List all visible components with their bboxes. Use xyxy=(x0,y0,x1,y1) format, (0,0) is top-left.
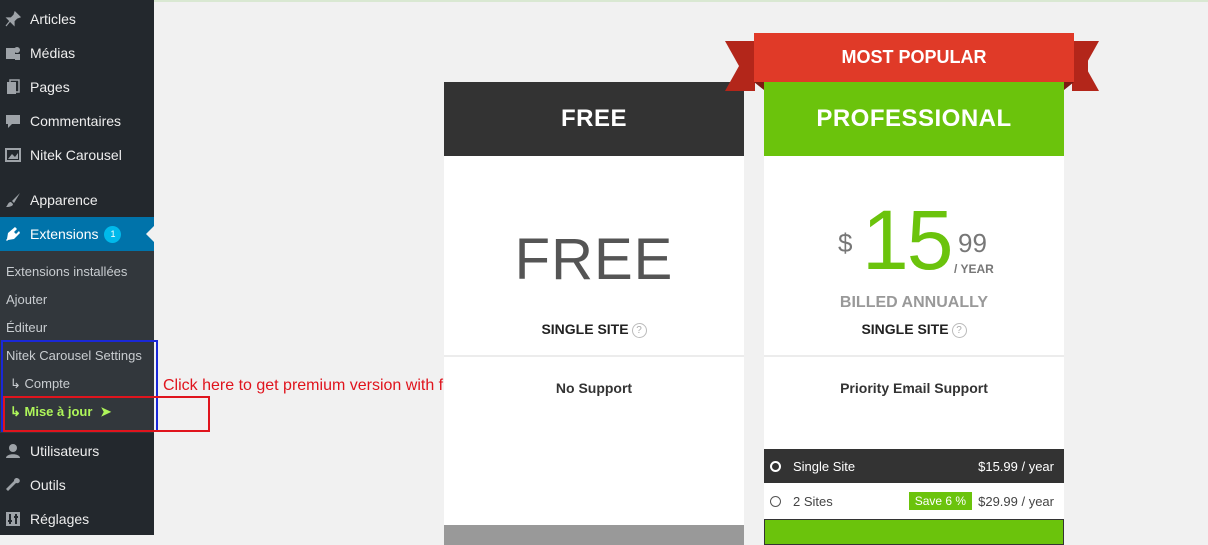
wrench-icon xyxy=(4,476,22,494)
pricing-card-free: FREE FREE SINGLE SITE? No Support xyxy=(444,82,744,545)
plugin-icon xyxy=(4,225,22,243)
menu-item-pages[interactable]: Pages xyxy=(0,70,154,104)
highlight-box-red xyxy=(3,396,210,432)
menu-item-nitek-carousel[interactable]: Nitek Carousel xyxy=(0,138,154,172)
menu-item-utilisateurs[interactable]: Utilisateurs xyxy=(0,434,154,468)
menu-item-extensions[interactable]: Extensions 1 xyxy=(0,217,154,251)
license-option-single-site[interactable]: Single Site $15.99 / year xyxy=(764,449,1064,483)
submenu-item-installed[interactable]: Extensions installées xyxy=(6,264,127,279)
menu-item-medias[interactable]: Médias xyxy=(0,36,154,70)
radio-button-selected[interactable] xyxy=(770,460,781,472)
divider xyxy=(444,355,744,357)
menu-item-articles[interactable]: Articles xyxy=(0,2,154,36)
active-indicator-arrow xyxy=(146,226,154,242)
ribbon-tail-left xyxy=(725,41,739,91)
settings-icon xyxy=(4,510,22,528)
submenu-item-add[interactable]: Ajouter xyxy=(6,292,47,307)
menu-label: Médias xyxy=(30,45,76,61)
save-badge: Save 6 % xyxy=(908,492,973,510)
menu-item-apparence[interactable]: Apparence xyxy=(0,183,154,217)
comment-icon xyxy=(4,112,22,130)
ribbon-tail-right xyxy=(1085,41,1099,91)
sites-label: SINGLE SITE xyxy=(861,321,949,337)
plan-price: FREE xyxy=(514,227,674,292)
menu-item-outils[interactable]: Outils xyxy=(0,468,154,502)
ribbon-fold-left xyxy=(754,82,764,90)
help-icon[interactable]: ? xyxy=(631,322,647,338)
admin-sidebar: Articles Médias Pages Commentaires Nitek… xyxy=(0,0,154,535)
media-icon xyxy=(4,44,22,62)
price-currency: $ xyxy=(838,228,853,258)
option-price: $15.99 / year xyxy=(978,458,1054,474)
menu-label: Commentaires xyxy=(30,113,122,129)
menu-label: Outils xyxy=(30,477,66,493)
price-integer: 15 xyxy=(862,193,953,287)
ribbon-tail-left-body xyxy=(739,41,755,91)
sites-label: SINGLE SITE xyxy=(541,321,629,337)
menu-label: Utilisateurs xyxy=(30,443,100,459)
menu-label: Extensions xyxy=(30,226,99,242)
option-name: 2 Sites xyxy=(793,493,833,509)
plan-sites: SINGLE SITE? xyxy=(764,321,1064,338)
menu-item-commentaires[interactable]: Commentaires xyxy=(0,104,154,138)
radio-button[interactable] xyxy=(770,495,781,507)
user-icon xyxy=(4,442,22,460)
option-name: Single Site xyxy=(793,458,856,474)
carousel-icon xyxy=(4,146,22,164)
plan-support: No Support xyxy=(555,380,633,396)
menu-label: Articles xyxy=(30,11,76,27)
ribbon-fold-right xyxy=(1064,82,1074,90)
most-popular-ribbon: MOST POPULAR xyxy=(754,33,1074,82)
pin-icon xyxy=(4,10,22,28)
update-count-badge: 1 xyxy=(104,225,122,243)
divider xyxy=(764,355,1064,357)
price-cents: 99 xyxy=(958,228,987,258)
buy-now-button[interactable] xyxy=(764,519,1064,545)
plan-title: FREE xyxy=(444,82,744,156)
plan-support: Priority Email Support xyxy=(840,380,988,396)
help-icon[interactable]: ? xyxy=(951,322,967,338)
price-period: / YEAR xyxy=(954,262,994,276)
license-option-2-sites[interactable]: 2 Sites Save 6 % $29.99 / year xyxy=(764,484,1064,518)
plan-title: PROFESSIONAL xyxy=(764,82,1064,156)
billing-note: BILLED ANNUALLY xyxy=(839,294,989,311)
option-price: $29.99 / year xyxy=(978,493,1054,509)
menu-label: Apparence xyxy=(30,192,98,208)
pages-icon xyxy=(4,78,22,96)
submenu-item-editor[interactable]: Éditeur xyxy=(6,320,47,335)
menu-label: Réglages xyxy=(30,511,90,527)
menu-label: Nitek Carousel xyxy=(30,147,122,163)
menu-label: Pages xyxy=(30,79,70,95)
brush-icon xyxy=(4,191,22,209)
pricing-card-professional: PROFESSIONAL $ 15 99 / YEAR BILLED ANNUA… xyxy=(764,82,1064,545)
menu-item-reglages[interactable]: Réglages xyxy=(0,502,154,536)
plan-sites: SINGLE SITE? xyxy=(444,321,744,338)
top-border xyxy=(154,0,1208,2)
free-download-button[interactable] xyxy=(444,525,744,545)
